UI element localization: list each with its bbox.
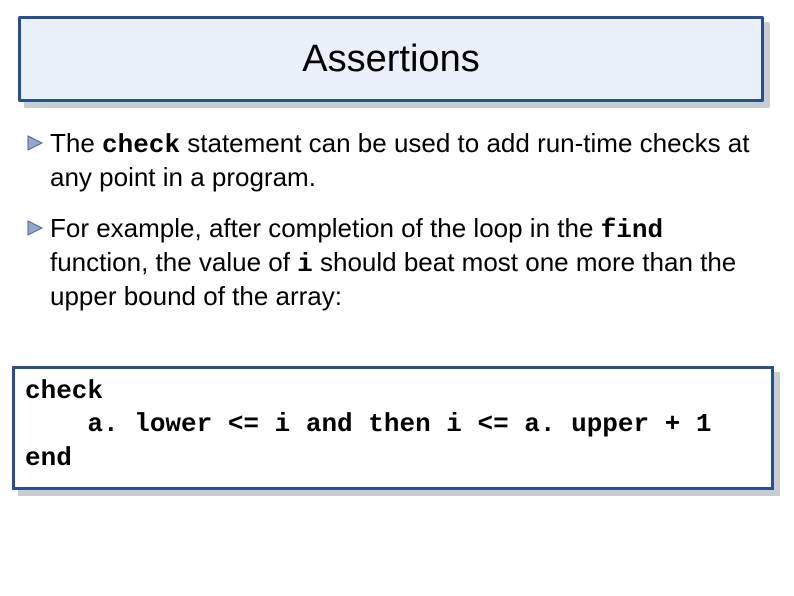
title-box: Assertions xyxy=(18,16,764,102)
bullet-item: The check statement can be used to add r… xyxy=(26,128,768,193)
bullet-item: For example, after completion of the loo… xyxy=(26,213,768,312)
bullet-arrow-icon xyxy=(26,134,44,152)
content-area: The check statement can be used to add r… xyxy=(26,128,768,333)
text-fragment: For example, after completion of the loo… xyxy=(50,213,601,243)
bullet-arrow-icon xyxy=(26,219,44,237)
code-keyword: find xyxy=(601,215,663,245)
slide-title: Assertions xyxy=(302,38,479,81)
text-fragment: function, the value of xyxy=(50,247,297,277)
bullet-text: For example, after completion of the loo… xyxy=(50,213,768,312)
code-keyword: check xyxy=(102,130,180,160)
text-fragment: The xyxy=(50,128,102,158)
code-keyword: i xyxy=(297,249,313,279)
code-block: check a. lower <= i and then i <= a. upp… xyxy=(12,366,774,490)
bullet-text: The check statement can be used to add r… xyxy=(50,128,768,193)
